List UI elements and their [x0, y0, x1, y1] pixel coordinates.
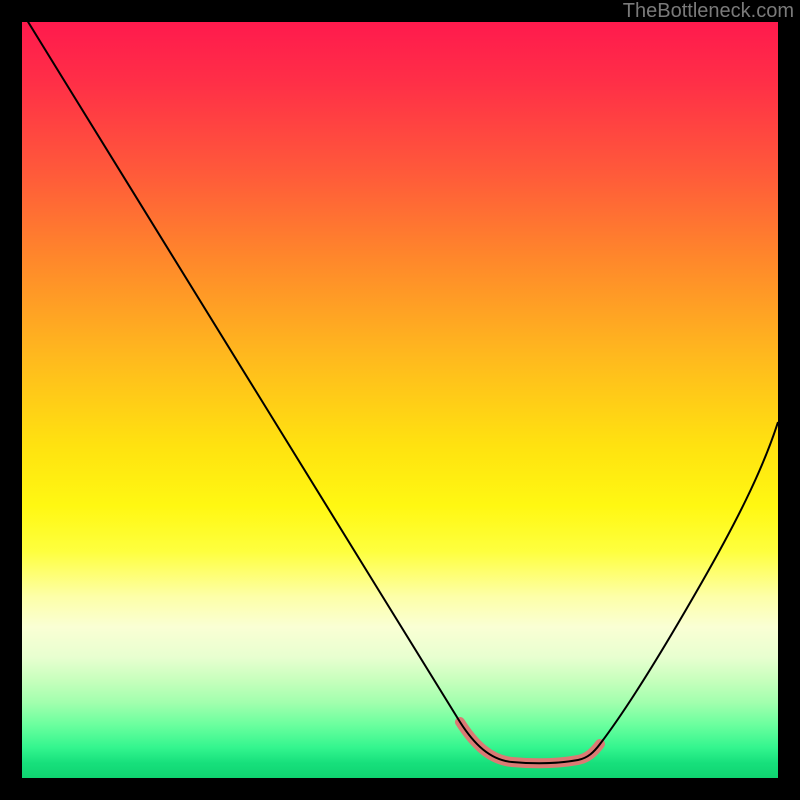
watermark-text: TheBottleneck.com — [623, 0, 794, 22]
plot-area — [22, 22, 778, 778]
chart-frame: TheBottleneck.com — [0, 0, 800, 800]
severity-gradient-background — [22, 22, 778, 778]
